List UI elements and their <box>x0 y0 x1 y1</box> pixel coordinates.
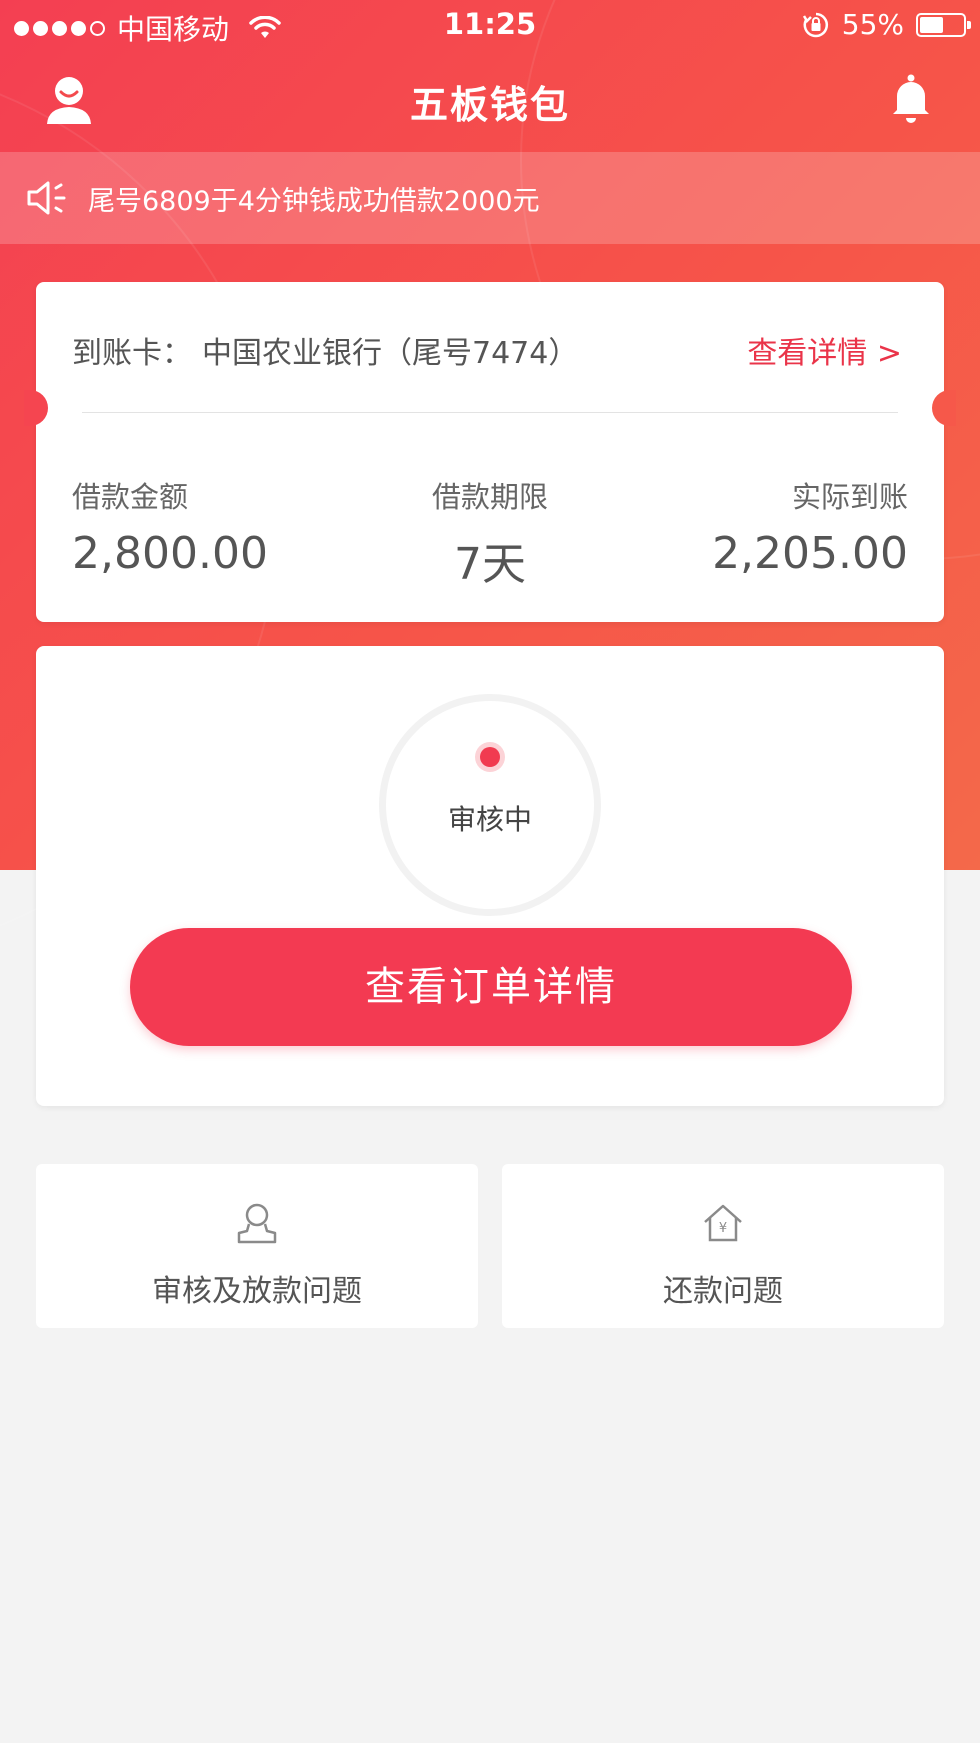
faq-label-review: 审核及放款问题 <box>152 1274 362 1309</box>
view-details-link[interactable]: 查看详情 > <box>747 328 902 372</box>
loan-summary-card: 到账卡： 中国农业银行（尾号7474） 查看详情 > 借款金额 2,800.00 … <box>24 282 956 622</box>
review-status-card: 审核中 查看订单详情 <box>36 646 944 1106</box>
loan-term-stat: 借款期限 7天 <box>431 480 548 590</box>
bank-name: 中国农业银行（尾号7474） <box>202 336 579 371</box>
review-status-text: 审核中 <box>447 803 532 836</box>
faq-label-repayment: 还款问题 <box>663 1274 783 1309</box>
status-bar: 中国移动 11:25 55% <box>0 0 980 50</box>
actual-received-stat: 实际到账 2,205.00 <box>712 480 908 579</box>
battery-icon <box>916 12 971 37</box>
view-order-details-button[interactable]: 查看订单详情 <box>130 928 852 1046</box>
svg-text:¥: ¥ <box>719 1221 727 1236</box>
bell-icon[interactable] <box>884 72 938 126</box>
speaker-icon <box>27 181 66 215</box>
faq-repayment-card[interactable]: ¥ 还款问题 <box>502 1164 944 1328</box>
divider <box>82 412 898 413</box>
notice-text: 尾号6809于4分钟钱成功借款2000元 <box>88 185 540 217</box>
loan-amount-stat: 借款金额 2,800.00 <box>72 480 268 579</box>
receiving-card-label: 到账卡： <box>72 336 192 371</box>
battery-fill <box>920 16 943 33</box>
app-screen: 中国移动 11:25 55% 五板钱包 尾号6809于4分钟钱成功借款2000元… <box>0 0 980 1743</box>
nav-bar: 五板钱包 <box>0 60 980 140</box>
notice-bar: 尾号6809于4分钟钱成功借款2000元 <box>0 152 980 244</box>
rotation-lock-icon <box>802 12 828 37</box>
battery-percent: 55% <box>841 8 904 41</box>
user-review-icon <box>237 1203 277 1244</box>
page-title: 五板钱包 <box>409 83 570 127</box>
faq-review-loan-card[interactable]: 审核及放款问题 <box>36 1164 478 1328</box>
house-yen-icon: ¥ <box>704 1204 742 1242</box>
